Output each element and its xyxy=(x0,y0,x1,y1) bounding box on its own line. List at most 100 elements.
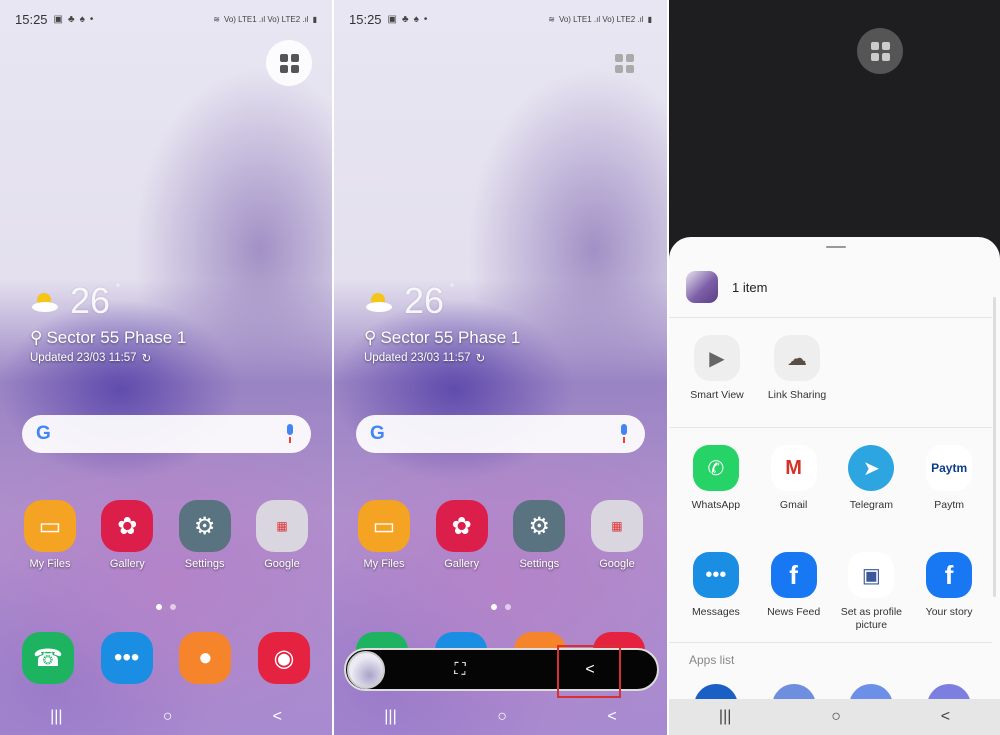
app-settings[interactable]: ⚙ Settings xyxy=(177,500,233,570)
recents-button[interactable]: ||| xyxy=(719,708,731,726)
mic-icon[interactable] xyxy=(283,424,297,444)
google-search-bar[interactable]: G xyxy=(22,415,311,453)
battery-icon: ▮ xyxy=(312,14,317,24)
share-your-story[interactable]: f Your story xyxy=(910,552,988,632)
phone-icon[interactable]: ☎ xyxy=(22,632,74,684)
gear-icon: ⚙ xyxy=(513,500,566,552)
location-pin-icon: ⚲ xyxy=(30,328,43,347)
app-row: ▭ My Files ✿ Gallery ⚙ Settings ▦ Google xyxy=(22,500,310,570)
contacts-icon[interactable]: ● xyxy=(179,632,232,684)
partly-sunny-icon xyxy=(366,293,392,312)
recents-button[interactable]: ||| xyxy=(50,708,62,726)
recents-button[interactable]: ||| xyxy=(384,708,396,726)
folder-icon: ▭ xyxy=(24,500,76,552)
share-sheet: 1 item ▶ Smart View ☁ Link Sharing ✆ WhatsA… xyxy=(669,237,1000,735)
share-news-feed[interactable]: f News Feed xyxy=(755,552,833,632)
location-text: Sector 55 Phase 1 xyxy=(46,328,187,347)
facebook-icon: f xyxy=(926,552,973,598)
item-count: 1 item xyxy=(732,279,768,295)
share-button-highlight xyxy=(557,645,621,698)
app-gallery[interactable]: ✿ Gallery xyxy=(434,500,490,570)
share-label: Gmail xyxy=(779,499,808,511)
messages-icon: ••• xyxy=(692,552,739,598)
share-apps-row-1: ✆ WhatsApp M Gmail ➤ Telegram Paytm Paytm xyxy=(677,445,988,512)
navigation-bar: ||| ○ < xyxy=(669,699,1000,735)
paytm-icon: Paytm xyxy=(926,445,973,491)
share-label: WhatsApp xyxy=(691,499,741,511)
partly-sunny-icon xyxy=(32,293,58,312)
updated-text: Updated 23/03 11:57 xyxy=(30,352,137,364)
weather-location[interactable]: ⚲ Sector 55 Phase 1 xyxy=(364,328,520,348)
folder-group-icon: ▦ xyxy=(590,500,643,552)
share-set-profile-picture[interactable]: ▣ Set as profile picture xyxy=(833,552,911,632)
apps-list-header: Apps list xyxy=(689,653,735,667)
share-smart-view[interactable]: ▶ Smart View xyxy=(677,335,757,402)
location-text: Sector 55 Phase 1 xyxy=(380,328,521,347)
share-whatsapp[interactable]: ✆ WhatsApp xyxy=(677,445,755,512)
wifi-icon: ≋ xyxy=(548,14,555,24)
refresh-icon[interactable]: ↻ xyxy=(142,351,152,365)
google-search-bar[interactable]: G xyxy=(356,415,645,453)
messages-icon[interactable]: ••• xyxy=(100,632,153,684)
share-gmail[interactable]: M Gmail xyxy=(755,445,833,512)
gallery-notification-icon: ▣ xyxy=(53,13,63,25)
app-google-folder[interactable]: ▦ Google xyxy=(589,500,645,570)
app-label: Settings xyxy=(519,558,560,570)
share-telegram[interactable]: ➤ Telegram xyxy=(833,445,911,512)
scrollbar[interactable] xyxy=(993,297,996,597)
app-gallery[interactable]: ✿ Gallery xyxy=(99,500,155,570)
screenshot-toolbar-panel: 15:25 ▣ ♣ ♠ • ≋ Vo) LTE1 .ıl Vo) LTE2 .ıl… xyxy=(334,0,667,735)
share-label: Your story xyxy=(925,606,973,618)
navigation-bar: ||| ○ < xyxy=(0,699,332,735)
share-label: Set as profile picture xyxy=(840,606,903,631)
share-link-sharing[interactable]: ☁ Link Sharing xyxy=(757,335,837,402)
signal-text: Vo) LTE1 .ıl Vo) LTE2 .ıl xyxy=(558,14,644,24)
signal-text: Vo) LTE1 .ıl Vo) LTE2 .ıl xyxy=(223,14,309,24)
item-thumbnail xyxy=(686,271,718,303)
more-notifications-dot: • xyxy=(89,13,94,25)
app-my-files[interactable]: ▭ My Files xyxy=(356,500,412,570)
gmail-icon: M xyxy=(770,445,817,491)
wifi-icon: ≋ xyxy=(213,14,220,24)
home-screen-panel: 15:25 ▣ ♣ ♠ • ≋ Vo) LTE1 .ıl Vo) LTE2 .ıl… xyxy=(0,0,332,735)
folder-group-icon: ▦ xyxy=(255,500,308,552)
google-logo-icon: G xyxy=(36,423,51,444)
weather-location[interactable]: ⚲ Sector 55 Phase 1 xyxy=(30,328,186,348)
google-logo-icon: G xyxy=(370,423,385,444)
app-my-files[interactable]: ▭ My Files xyxy=(22,500,78,570)
page-indicator xyxy=(0,604,332,610)
back-button[interactable]: < xyxy=(941,708,950,726)
home-button[interactable]: ○ xyxy=(831,708,841,726)
share-label: Smart View xyxy=(690,389,744,401)
screenshot-thumbnail[interactable] xyxy=(347,650,385,689)
page-indicator xyxy=(334,604,667,610)
app-settings[interactable]: ⚙ Settings xyxy=(511,500,567,570)
status-time: 15:25 xyxy=(349,11,382,27)
back-button[interactable]: < xyxy=(273,708,282,726)
gear-icon: ⚙ xyxy=(178,500,231,552)
camera-icon[interactable]: ◉ xyxy=(257,632,310,684)
home-button[interactable]: ○ xyxy=(163,708,173,726)
share-apps-row-2: ••• Messages f News Feed ▣ Set as profile p… xyxy=(677,552,988,632)
crop-edit-button[interactable]: ⛶ xyxy=(385,661,535,679)
share-label: Telegram xyxy=(849,499,893,511)
edge-panel-button[interactable] xyxy=(857,28,903,74)
home-button[interactable]: ○ xyxy=(497,708,507,726)
share-label: Messages xyxy=(691,606,740,618)
grid-icon xyxy=(870,41,890,61)
app-label: Settings xyxy=(184,558,225,570)
grid-icon xyxy=(614,53,634,73)
updated-text: Updated 23/03 11:57 xyxy=(364,352,471,364)
drag-handle[interactable] xyxy=(826,246,846,248)
notification-icon: ♠ xyxy=(413,13,419,25)
share-messages[interactable]: ••• Messages xyxy=(677,552,755,632)
weather-updated: Updated 23/03 11:57 ↻ xyxy=(364,351,485,365)
app-google-folder[interactable]: ▦ Google xyxy=(254,500,310,570)
app-label: Gallery xyxy=(109,558,145,570)
share-paytm[interactable]: Paytm Paytm xyxy=(910,445,988,512)
mic-icon[interactable] xyxy=(617,424,631,444)
edge-panel-button[interactable] xyxy=(266,40,312,86)
refresh-icon[interactable]: ↻ xyxy=(476,351,486,365)
back-button[interactable]: < xyxy=(607,708,616,726)
edge-panel-button[interactable] xyxy=(601,40,647,86)
